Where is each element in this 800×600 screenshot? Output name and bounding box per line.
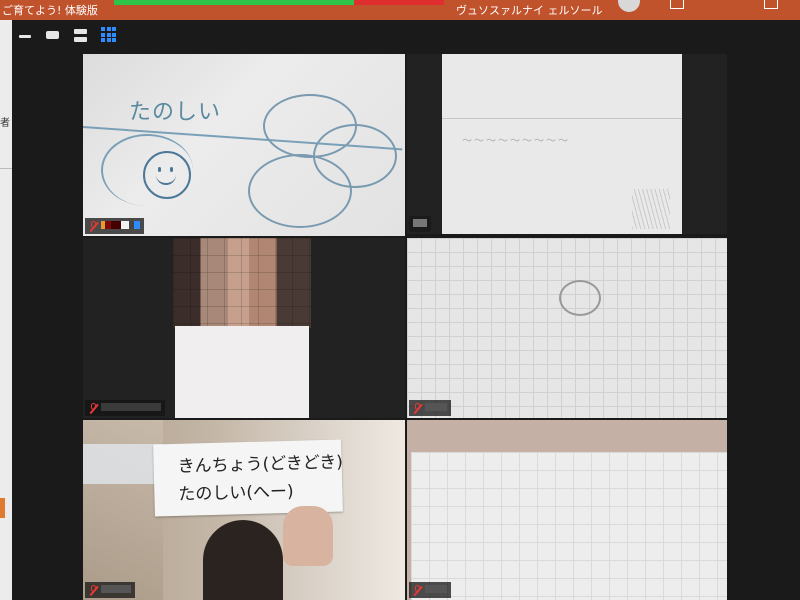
background-restore-icon <box>670 0 684 9</box>
paper-sheet <box>175 326 309 418</box>
paper-sheet <box>83 444 163 484</box>
background-app-titlebar: ご育てよう! 体験版 ヴュソスァルナイ ェルソール <box>0 0 800 20</box>
stack-view-icon[interactable] <box>74 29 87 42</box>
mic-muted-icon <box>413 584 422 596</box>
video-tile-3[interactable] <box>83 238 405 418</box>
background-progress-green <box>114 0 354 5</box>
video-tile-4[interactable] <box>407 238 727 418</box>
video-tile-6[interactable] <box>407 420 727 600</box>
participant-name-redacted <box>413 218 427 230</box>
grid-view-icon[interactable] <box>101 27 116 42</box>
background-close-icon <box>764 0 778 9</box>
participant-nametag <box>85 400 165 416</box>
card-line-2: たのしい(へー) <box>178 481 294 505</box>
participant-name-redacted <box>425 584 447 596</box>
minimize-icon[interactable] <box>19 35 31 38</box>
video-tile-5[interactable]: きんちょう(どきどき) たのしい(へー) <box>83 420 405 600</box>
paper-sheet: ～～～～～～～～～ <box>442 54 682 234</box>
participant-name-redacted <box>101 402 161 414</box>
background-glyph: 者 <box>0 118 10 129</box>
participant-nametag <box>85 582 135 598</box>
participant-nametag <box>409 582 451 598</box>
participant-name-redacted <box>425 402 447 414</box>
background-window-subtitle: ヴュソスァルナイ ェルソール <box>456 4 603 17</box>
drawing-text: たのしい <box>129 100 222 125</box>
gallery-small-icon[interactable] <box>46 31 59 39</box>
mic-muted-icon <box>89 402 98 414</box>
participant-name-redacted <box>101 220 140 232</box>
cloud-drawing <box>248 154 352 228</box>
mic-muted-icon <box>89 584 98 596</box>
face-drawing <box>559 280 601 316</box>
view-toolbar <box>12 20 800 50</box>
background-divider <box>0 168 12 169</box>
background-orange-mark <box>0 498 5 518</box>
grid-paper <box>411 452 727 600</box>
participant-nametag <box>85 218 144 234</box>
card-line-1: きんちょう(どきどき) <box>177 452 344 477</box>
background-window-title: ご育てよう! 体験版 <box>2 4 98 17</box>
background-app-edge: 者 <box>0 20 12 600</box>
background-avatar-icon <box>618 0 640 12</box>
background-progress-red <box>354 0 444 5</box>
handwritten-card: きんちょう(どきどき) たのしい(へー) <box>153 439 344 517</box>
video-tile-2[interactable]: ～～～～～～～～～ <box>407 54 727 234</box>
participant-nametag <box>409 400 451 416</box>
pencil-hatching <box>632 189 670 229</box>
mic-muted-icon <box>413 402 422 414</box>
participant-hair <box>203 520 283 600</box>
smiley-face-drawing <box>143 151 191 199</box>
video-tile-1[interactable]: たのしい <box>83 54 405 236</box>
participant-name-redacted <box>101 584 131 596</box>
meeting-window: たのしい ～～～～～～～～～ きんちょう(どきどき) たのしい(へー) <box>12 20 800 600</box>
grid-paper <box>407 238 727 418</box>
participant-nametag <box>409 216 431 232</box>
mic-muted-icon <box>89 220 98 232</box>
pencil-scribble: ～～～～～～～～～ <box>462 136 570 147</box>
participant-hand <box>283 506 333 566</box>
